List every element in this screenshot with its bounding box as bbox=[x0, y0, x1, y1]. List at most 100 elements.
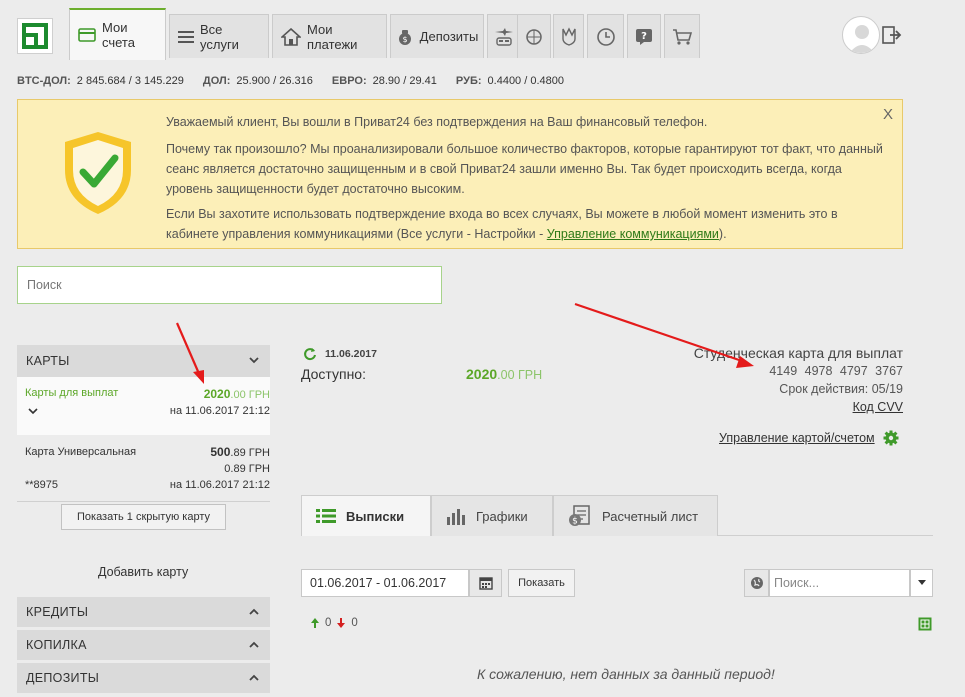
rate-name: РУБ: bbox=[455, 75, 482, 87]
rate-value: 2 845.684 / 3 145.229 bbox=[76, 75, 184, 87]
shield-check-icon bbox=[63, 130, 133, 219]
privat-logo-icon bbox=[22, 23, 48, 49]
tab-deposits[interactable]: $ Депозиты bbox=[390, 14, 484, 58]
chevron-down-icon[interactable] bbox=[28, 407, 38, 415]
manage-card-label: Управление картой/счетом bbox=[719, 431, 875, 445]
arrow-up-icon bbox=[311, 618, 319, 628]
rate-name: BTC-ДОЛ: bbox=[17, 75, 71, 87]
clock-icon bbox=[596, 27, 615, 46]
search-input[interactable] bbox=[17, 266, 442, 304]
rate-name: ЕВРО: bbox=[331, 75, 367, 87]
available-amount-frac: .00 ГРН bbox=[497, 368, 543, 382]
rate-value: 0.4400 / 0.4800 bbox=[487, 75, 564, 87]
list-icon bbox=[178, 30, 194, 43]
chevron-down-icon bbox=[249, 357, 259, 364]
statement-search-input[interactable] bbox=[769, 569, 910, 597]
cart-icon bbox=[673, 28, 692, 45]
card-title: Студенческая карта для выплат bbox=[693, 345, 903, 361]
card-details: Студенческая карта для выплат 4149 4978 … bbox=[694, 344, 903, 416]
tab-label: Графики bbox=[476, 508, 528, 524]
logout-icon bbox=[882, 26, 902, 44]
card-amount-frac: .00 ГРН bbox=[230, 389, 270, 401]
tab-my-payments[interactable]: Мои платежи bbox=[272, 14, 387, 58]
arrow-down-icon bbox=[337, 618, 346, 628]
tab-government[interactable] bbox=[553, 14, 584, 58]
balance-date: 11.06.2017 bbox=[303, 347, 377, 361]
rate-value: 25.900 / 26.316 bbox=[236, 75, 313, 87]
tab-payslip[interactable]: $ Расчетный лист bbox=[553, 495, 718, 536]
card-amount-secondary: 0.89 ГРН bbox=[224, 463, 270, 475]
help-icon: ? bbox=[636, 28, 652, 45]
ball-icon bbox=[526, 28, 542, 45]
notice-text: ). bbox=[718, 227, 727, 241]
card-amount-int: 2020 bbox=[203, 387, 231, 401]
chevron-up-icon bbox=[249, 608, 259, 615]
tab-charts[interactable]: Графики bbox=[431, 495, 553, 536]
card-item-payouts[interactable]: Карты для выплат 2020.00 ГРН на 11.06.20… bbox=[17, 377, 270, 435]
avatar[interactable] bbox=[842, 16, 880, 54]
globe-button[interactable] bbox=[744, 569, 769, 597]
manage-card-link[interactable]: Управление картой/счетом bbox=[719, 430, 899, 446]
outgoing-count: 0 bbox=[351, 617, 358, 629]
credits-panel-header[interactable]: КРЕДИТЫ bbox=[17, 597, 270, 627]
exchange-rates: BTC-ДОЛ: 2 845.684 / 3 145.229 ДОЛ: 25.900… bbox=[17, 75, 580, 87]
house-icon bbox=[281, 27, 301, 46]
panel-title: КОПИЛКА bbox=[26, 638, 87, 652]
incoming-count: 0 bbox=[325, 617, 332, 629]
available-amount: 2020.00 ГРН bbox=[466, 366, 542, 382]
card-expiry: Срок действия: 05/19 bbox=[779, 382, 903, 396]
tab-my-accounts[interactable]: Мои счета bbox=[69, 8, 166, 60]
card-item-universal[interactable]: Карта Универсальная 500.89 ГРН 0.89 ГРН … bbox=[17, 436, 270, 502]
card-amount-frac: .89 ГРН bbox=[230, 447, 270, 459]
notice-line-1: Уважаемый клиент, Вы вошли в Приват24 бе… bbox=[166, 115, 708, 129]
refresh-icon[interactable] bbox=[303, 347, 317, 361]
tab-all-services[interactable]: Все услуги bbox=[169, 14, 269, 58]
show-button[interactable]: Показать bbox=[508, 569, 575, 597]
tab-history[interactable] bbox=[587, 14, 624, 58]
calendar-icon bbox=[478, 577, 493, 590]
card-amount: 2020.00 ГРН bbox=[204, 387, 270, 401]
card-name: Карты для выплат bbox=[25, 387, 119, 399]
privat24-logo[interactable] bbox=[17, 18, 53, 54]
user-icon bbox=[849, 25, 875, 53]
tab-help[interactable]: ? bbox=[627, 14, 661, 58]
rate-value: 28.90 / 29.41 bbox=[372, 75, 437, 87]
notice-line-2: Почему так произошло? Мы проанализировал… bbox=[166, 142, 883, 196]
train-plane-icon bbox=[495, 27, 513, 46]
calendar-button[interactable] bbox=[469, 569, 502, 597]
chevron-up-icon bbox=[249, 674, 259, 681]
notice-text: Если Вы захотите использовать подтвержде… bbox=[166, 207, 838, 241]
gear-icon bbox=[883, 430, 899, 446]
tab-label: Мои платежи bbox=[307, 21, 358, 52]
card-amount-int: 500 bbox=[210, 445, 231, 459]
caret-down-icon bbox=[917, 580, 926, 585]
search-dropdown-button[interactable] bbox=[910, 569, 933, 597]
card-date: на 11.06.2017 21:12 bbox=[169, 479, 270, 491]
tab-statements[interactable]: Выписки bbox=[301, 495, 431, 536]
tab-label: Расчетный лист bbox=[602, 508, 699, 524]
tab-label: Выписки bbox=[346, 508, 405, 524]
chevron-up-icon bbox=[249, 641, 259, 648]
add-card-link[interactable]: Добавить карту bbox=[98, 565, 188, 579]
export-excel-button[interactable] bbox=[918, 617, 932, 634]
svg-text:$: $ bbox=[402, 35, 407, 44]
excel-icon bbox=[918, 617, 932, 631]
no-data-message: К сожалению, нет данных за данный период… bbox=[477, 666, 775, 682]
tab-shop[interactable] bbox=[664, 14, 700, 58]
tab-sport[interactable] bbox=[517, 14, 551, 58]
tab-label: Мои счета bbox=[102, 20, 135, 50]
logout-button[interactable] bbox=[882, 26, 902, 47]
date-range-input[interactable] bbox=[301, 569, 469, 597]
svg-text:?: ? bbox=[641, 31, 647, 42]
cvv-link[interactable]: Код CVV bbox=[694, 398, 903, 416]
show-hidden-cards-button[interactable]: Показать 1 скрытую карту bbox=[61, 504, 226, 530]
deposits-panel-header[interactable]: ДЕПОЗИТЫ bbox=[17, 663, 270, 693]
piggybank-panel-header[interactable]: КОПИЛКА bbox=[17, 630, 270, 660]
rate-name: ДОЛ: bbox=[202, 75, 231, 87]
cards-panel-header[interactable]: КАРТЫ bbox=[17, 345, 270, 377]
globe-icon bbox=[750, 577, 763, 589]
card-mask: **8975 bbox=[25, 479, 59, 491]
balance-date-text: 11.06.2017 bbox=[325, 348, 377, 360]
available-amount-int: 2020 bbox=[466, 366, 498, 382]
communications-link[interactable]: Управление коммуникациями bbox=[547, 227, 719, 241]
